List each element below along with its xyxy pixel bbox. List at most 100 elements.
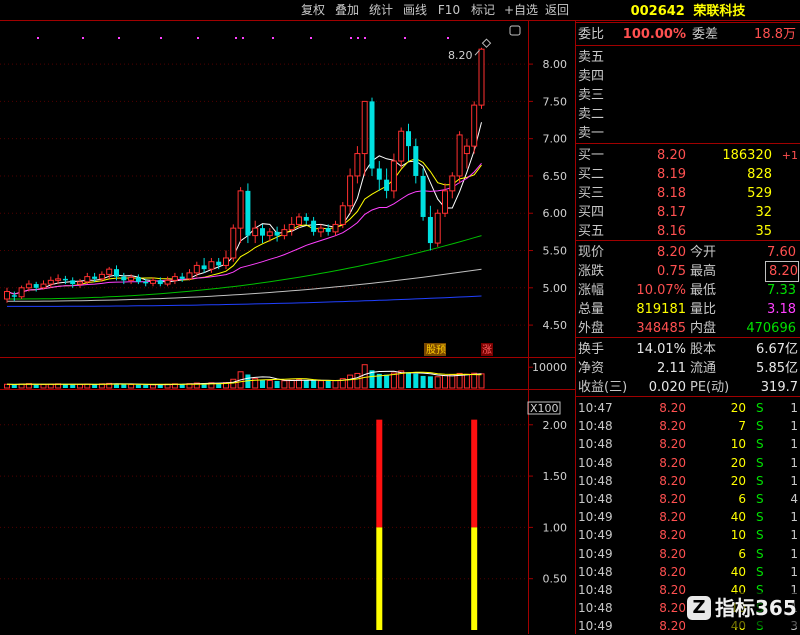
ask-label: 卖二 (578, 107, 605, 122)
candle-body (376, 168, 382, 180)
candle-body (92, 276, 98, 279)
tick-side: S (756, 419, 764, 434)
bid-volume: 32 (755, 205, 772, 220)
tick-price: 8.20 (659, 401, 686, 415)
tick-side: S (756, 473, 764, 488)
info-label-right: 股本 (690, 342, 717, 357)
candle-body (390, 160, 397, 192)
tick-volume: 20 (730, 473, 746, 488)
tick-row: 10:48 8.20 40 S 1 (576, 564, 800, 581)
tick-time: 10:49 (578, 619, 613, 634)
candle-body (201, 265, 207, 270)
event-dot (310, 37, 312, 39)
candle-body (216, 261, 222, 266)
tick-count: 1 (790, 528, 798, 543)
info-value-left: 2.11 (657, 361, 686, 376)
tick-price: 8.20 (659, 492, 686, 506)
tick-time: 10:48 (578, 455, 613, 470)
candle-body (406, 131, 411, 147)
volume-bar (135, 384, 141, 388)
info-row: 收益(三) 0.020 PE(动) 319.7 (576, 378, 800, 397)
volume-bar (230, 378, 237, 389)
quote-row: 现价 8.20 今开 7.60 (576, 243, 800, 262)
stock-code: 002642 (630, 4, 685, 19)
candle-body (434, 212, 441, 244)
volume-bar (128, 383, 135, 389)
candle-body (179, 276, 185, 279)
info-value-right: 319.7 (760, 380, 798, 395)
candle-body (339, 205, 346, 225)
bid-row: 买四 8.17 32 (576, 203, 800, 222)
candle-body (266, 231, 273, 237)
quote-row: 涨跌 0.75 最高 8.20 (576, 261, 800, 282)
tick-row: 10:48 8.20 7 S 1 (576, 418, 800, 435)
candle-body (361, 100, 368, 155)
candle-body (150, 279, 156, 284)
signal-bar-lower (376, 527, 383, 630)
candle-body (274, 231, 280, 236)
bid-volume: 186320 (722, 148, 772, 163)
candle-body (4, 291, 10, 300)
tick-price: 8.20 (659, 619, 686, 634)
candle-body (384, 179, 390, 191)
candle-body (420, 175, 426, 217)
bid-price: 8.16 (657, 224, 686, 239)
tick-volume: 7 (738, 419, 746, 434)
bid-row: 买三 8.18 529 (576, 184, 800, 203)
bid-label: 买四 (578, 205, 605, 220)
candle-body (171, 276, 178, 281)
quote-row: 涨幅 10.07% 最低 7.33 (576, 281, 800, 300)
candle-body (413, 146, 419, 176)
volume-bar (384, 374, 390, 388)
volume-bar (47, 383, 54, 389)
event-dot (272, 37, 274, 39)
candle-body (237, 190, 244, 229)
bid-label: 买二 (578, 167, 605, 182)
candle-body (84, 276, 91, 283)
tick-volume: 20 (730, 401, 746, 415)
volume-bar (332, 380, 339, 389)
tick-time: 10:48 (578, 601, 613, 616)
volume-bar (150, 384, 156, 389)
weibi-value: 100.00% (622, 27, 686, 42)
price-axis-label: 6.00 (543, 207, 568, 220)
tick-count: 1 (790, 564, 798, 579)
tick-side: S (756, 528, 764, 543)
tick-side: S (756, 455, 764, 470)
tick-row: 10:47 8.20 20 S 1 (576, 400, 800, 417)
candle-body (143, 281, 149, 284)
bid-volume: 35 (755, 224, 772, 239)
bid-row: 买二 8.19 828 (576, 165, 800, 184)
candle-body (47, 279, 54, 285)
candle-body (98, 273, 105, 280)
tick-side: S (756, 492, 764, 506)
candle-body (230, 227, 237, 259)
bid-volume: 529 (747, 186, 772, 201)
candle-body (18, 287, 25, 298)
tick-count: 1 (790, 510, 798, 525)
event-dot (242, 37, 244, 39)
candle-body (347, 175, 354, 207)
forecast-marker-text: 股预 (426, 344, 446, 356)
ask-row: 卖五 (576, 48, 800, 67)
candle-body (11, 295, 17, 297)
volume-bar (70, 384, 76, 388)
tick-side: S (756, 546, 764, 561)
candle-body (252, 227, 259, 237)
stock-name: 荣联科技 (693, 4, 746, 19)
tick-volume: 6 (738, 546, 746, 561)
signal-bar-upper (471, 419, 478, 528)
weicha-value: 18.8万 (754, 27, 796, 42)
candle-body (478, 48, 485, 106)
volume-bar (463, 373, 470, 389)
tick-count: 1 (790, 455, 798, 470)
volume-bar (266, 380, 273, 389)
tick-row: 10:48 8.20 20 S 1 (576, 455, 800, 472)
quote-value-right: 3.18 (767, 302, 796, 317)
volume-axis-label: 10000 (532, 361, 567, 374)
volume-bar (413, 373, 419, 388)
tick-time: 10:48 (578, 419, 613, 434)
candle-body (106, 268, 113, 275)
info-label-left: 换手 (578, 342, 605, 357)
price-axis-label: 8.00 (543, 58, 568, 71)
